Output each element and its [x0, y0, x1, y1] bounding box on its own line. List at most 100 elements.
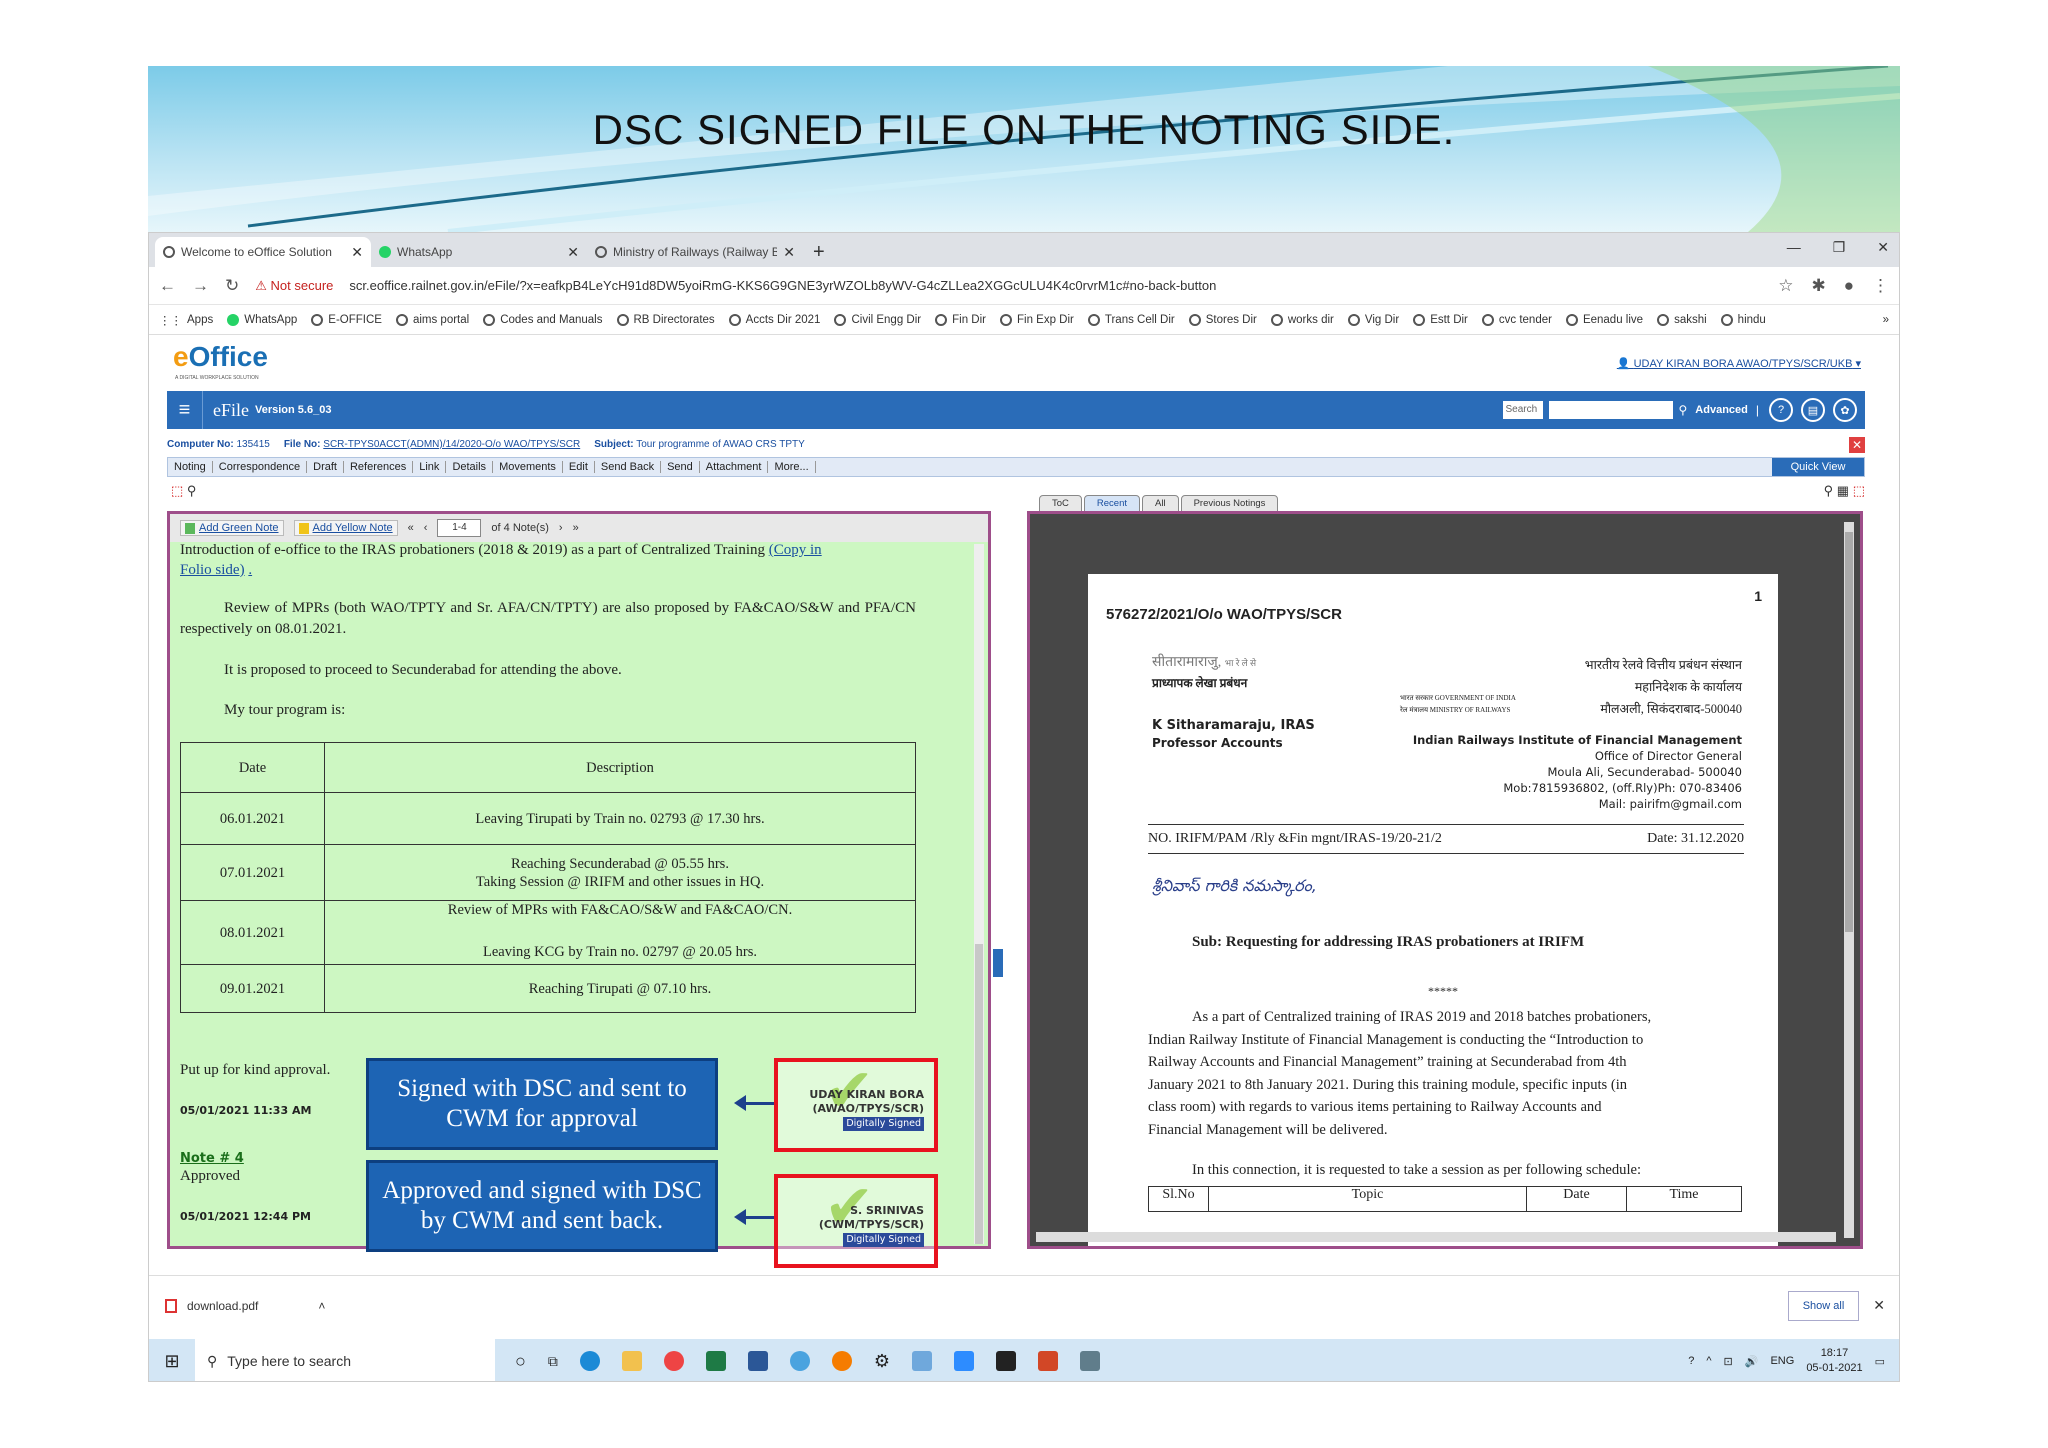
notifications-icon[interactable]: ▭	[1875, 1355, 1885, 1368]
scrollbar-thumb[interactable]	[975, 944, 983, 1244]
task-view-icon[interactable]: ⧉	[548, 1353, 558, 1370]
close-file-icon[interactable]: ✕	[1849, 437, 1865, 453]
chevron-up-icon[interactable]: ^	[1706, 1355, 1711, 1367]
last-page-icon[interactable]: »	[573, 522, 579, 534]
file-menu-item[interactable]: Send	[661, 461, 700, 473]
panel-splitter[interactable]	[993, 949, 1003, 977]
prev-page-icon[interactable]: ‹	[424, 522, 428, 534]
document-tab[interactable]: ToC	[1039, 495, 1082, 512]
network-icon[interactable]: ⊡	[1724, 1355, 1733, 1368]
file-no-link[interactable]: SCR-TPYS0ACCT(ADMN)/14/2020-O/o WAO/TPYS…	[323, 439, 580, 450]
menu-dots-icon[interactable]: ⋮	[1872, 276, 1889, 296]
bookmark-item[interactable]: WhatsApp	[227, 313, 297, 326]
show-all-button[interactable]: Show all	[1787, 1290, 1860, 1321]
close-icon[interactable]: ✕	[567, 244, 579, 261]
file-menu-item[interactable]: Draft	[307, 461, 344, 473]
pdf-scrollbar[interactable]	[1844, 522, 1854, 1238]
bookmark-item[interactable]: E-OFFICE	[311, 313, 382, 326]
file-menu-item[interactable]: Details	[446, 461, 494, 473]
user-link[interactable]: 👤 UDAY KIRAN BORA AWAO/TPYS/SCR/UKB ▾	[1617, 357, 1861, 370]
help-icon[interactable]: ?	[1769, 398, 1793, 422]
bookmark-item[interactable]: works dir	[1270, 313, 1334, 326]
file-menu-item[interactable]: Attachment	[700, 461, 769, 473]
pdf-export-icon[interactable]: ⬚	[171, 483, 183, 498]
ie-icon[interactable]	[789, 1351, 810, 1371]
file-menu-item[interactable]: Link	[413, 461, 447, 473]
calculator-icon[interactable]	[1080, 1351, 1101, 1371]
pdf-hscrollbar[interactable]	[1036, 1232, 1836, 1242]
bookmark-item[interactable]: Estt Dir	[1413, 313, 1468, 326]
cortana-icon[interactable]: ○	[515, 1351, 526, 1372]
extensions-icon[interactable]: ✱	[1811, 276, 1825, 296]
bookmark-item[interactable]: Stores Dir	[1188, 313, 1257, 326]
new-tab-button[interactable]: +	[803, 237, 835, 267]
first-page-icon[interactable]: «	[408, 522, 414, 534]
settings-icon[interactable]: ⚙	[874, 1351, 890, 1372]
copy-folio-link[interactable]: Folio side)	[180, 562, 245, 578]
hamburger-icon[interactable]: ≡	[167, 391, 203, 429]
next-page-icon[interactable]: ›	[559, 522, 563, 534]
firefox-icon[interactable]	[831, 1351, 852, 1371]
close-icon[interactable]: ✕	[783, 244, 795, 261]
file-menu-item[interactable]: Noting	[168, 461, 213, 473]
notes-scrollbar[interactable]	[974, 544, 984, 1244]
taskbar-search[interactable]: ⚲ Type here to search	[195, 1339, 495, 1381]
tab-whatsapp[interactable]: WhatsApp ✕	[371, 237, 587, 267]
bookmark-item[interactable]: Fin Exp Dir	[1000, 313, 1074, 326]
add-green-note-button[interactable]: Add Green Note	[180, 520, 284, 536]
word-icon[interactable]	[747, 1351, 768, 1371]
file-explorer-icon[interactable]	[621, 1351, 642, 1371]
bookmark-item[interactable]: Codes and Manuals	[483, 313, 603, 326]
chrome-icon[interactable]	[663, 1351, 684, 1371]
edge-icon[interactable]	[579, 1351, 600, 1371]
help-icon[interactable]: ?	[1688, 1355, 1694, 1367]
windows-start-icon[interactable]: ⊞	[149, 1351, 195, 1372]
advanced-search-link[interactable]: Advanced	[1687, 404, 1756, 416]
page-input[interactable]: 1-4	[437, 519, 482, 537]
sticky-notes-icon[interactable]	[996, 1351, 1017, 1371]
bookmark-item[interactable]: Accts Dir 2021	[728, 313, 820, 326]
file-menu-item[interactable]: Correspondence	[213, 461, 308, 473]
powerpoint-icon[interactable]	[1038, 1351, 1059, 1371]
download-item[interactable]: download.pdf	[187, 1299, 258, 1313]
forward-icon[interactable]: →	[192, 276, 209, 296]
not-secure-warning[interactable]: ⚠ Not secure	[255, 278, 333, 294]
excel-icon[interactable]	[705, 1351, 726, 1371]
document-tab[interactable]: Previous Notings	[1180, 495, 1279, 512]
file-menu-item[interactable]: Edit	[563, 461, 595, 473]
bookmarks-overflow-icon[interactable]: »	[1883, 314, 1889, 326]
minimize-icon[interactable]: —	[1787, 239, 1801, 256]
zoom-icon[interactable]	[954, 1351, 975, 1371]
language-indicator[interactable]: ENG	[1770, 1355, 1794, 1367]
back-icon[interactable]: ←	[159, 276, 176, 296]
zoom-icon[interactable]: ⚲	[187, 483, 197, 498]
pdf-icon[interactable]: ⬚	[1853, 483, 1865, 498]
close-icon[interactable]: ✕	[351, 244, 363, 261]
bookmark-item[interactable]: ⋮⋮ Apps	[159, 313, 213, 327]
tab-railways[interactable]: Ministry of Railways (Railway Boa ✕	[587, 237, 803, 267]
tab-eoffice[interactable]: Welcome to eOffice Solution ✕	[155, 237, 371, 267]
bookmark-item[interactable]: Vig Dir	[1347, 313, 1399, 326]
reload-icon[interactable]: ↻	[225, 276, 239, 296]
file-menu-item[interactable]: More...	[768, 461, 816, 473]
file-menu-item[interactable]: Movements	[493, 461, 563, 473]
grid-icon[interactable]: ▦	[1837, 483, 1849, 498]
bookmark-item[interactable]: Eenadu live	[1565, 313, 1643, 326]
document-icon[interactable]: ▤	[1801, 398, 1825, 422]
file-menu-item[interactable]: References	[344, 461, 414, 473]
zoom-in-icon[interactable]: ⚲	[1824, 483, 1834, 498]
bookmark-item[interactable]: Fin Dir	[935, 313, 986, 326]
bookmark-item[interactable]: sakshi	[1657, 313, 1707, 326]
bookmark-item[interactable]: aims portal	[395, 313, 469, 326]
bookmark-item[interactable]: cvc tender	[1481, 313, 1552, 326]
restore-icon[interactable]: ❐	[1833, 239, 1846, 256]
star-icon[interactable]: ☆	[1778, 276, 1793, 296]
bookmark-item[interactable]: Civil Engg Dir	[834, 313, 921, 326]
clock[interactable]: 18:17 05-01-2021	[1806, 1346, 1862, 1376]
quick-view-button[interactable]: Quick View	[1772, 458, 1864, 476]
search-icon[interactable]: ⚲	[1679, 403, 1688, 417]
close-icon[interactable]: ✕	[1873, 1297, 1885, 1314]
bookmark-item[interactable]: Trans Cell Dir	[1087, 313, 1175, 326]
document-tab[interactable]: All	[1142, 495, 1179, 512]
copy-link[interactable]: (Copy in	[769, 542, 822, 558]
